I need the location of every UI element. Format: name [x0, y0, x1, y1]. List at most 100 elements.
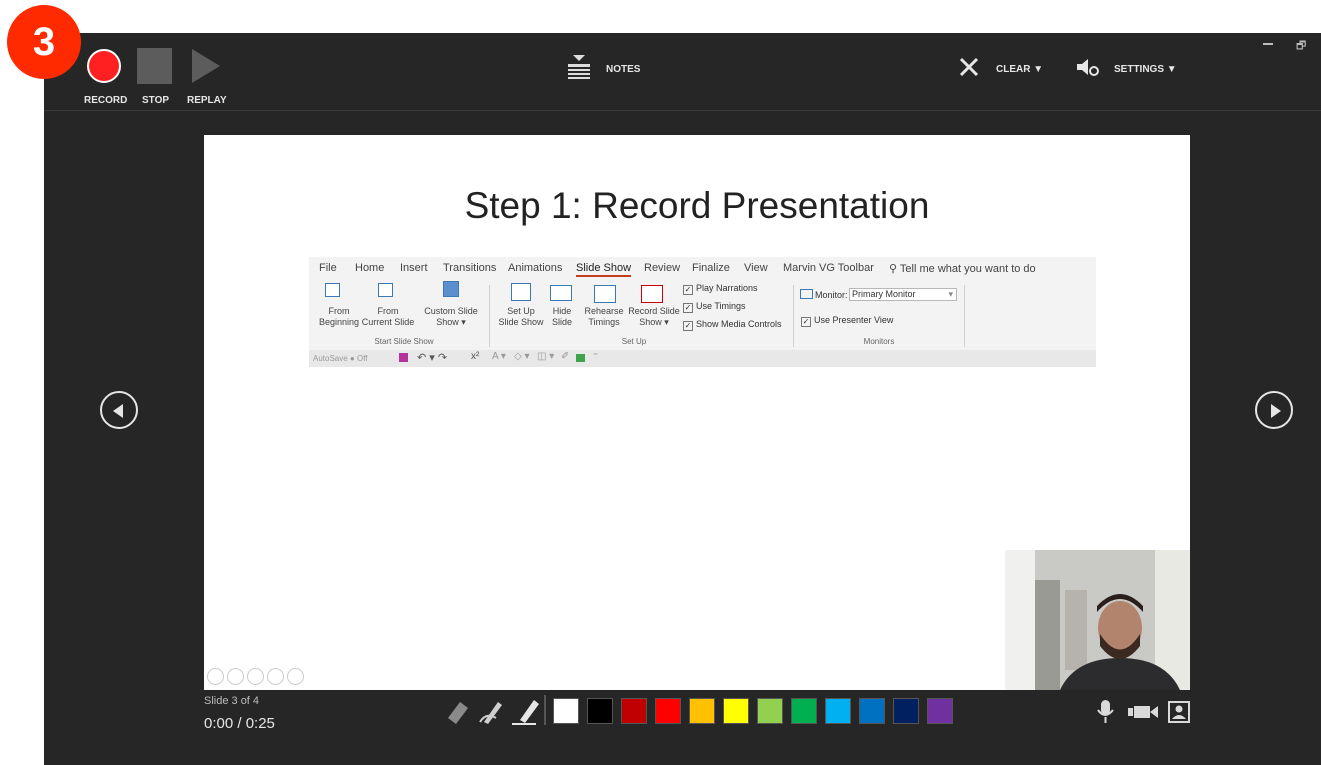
ribbon-tab-finalize: Finalize — [692, 262, 730, 274]
from-beginning-icon — [325, 283, 340, 297]
replay-label: REPLAY — [187, 95, 227, 106]
stop-button[interactable] — [137, 48, 172, 84]
show-media-controls-label: Show Media Controls — [696, 319, 782, 329]
color-swatch[interactable] — [927, 698, 953, 724]
monitor-row: Monitor: — [800, 289, 848, 300]
hide-slide-label: Hide Slide — [551, 306, 572, 327]
pen-tools — [448, 700, 539, 725]
pen-control-icon — [247, 668, 264, 685]
save-icon — [399, 353, 408, 362]
media-toggles — [1097, 700, 1190, 723]
fill-icon: ◇ ▾ — [514, 351, 530, 362]
restore-button[interactable]: 🗗 — [1296, 37, 1306, 56]
group-start-slide-show: Start Slide Show — [374, 337, 434, 346]
color-swatch[interactable] — [689, 698, 715, 724]
notes-button[interactable]: NOTES — [606, 64, 640, 75]
ribbon-separator — [793, 285, 794, 347]
slide-title: Step 1: Record Presentation — [464, 185, 930, 226]
color-swatch[interactable] — [893, 698, 919, 724]
presenter-view-check: ✓ Use Presenter View — [801, 315, 894, 327]
custom-show-icon — [443, 281, 459, 297]
ribbon-tab-file: File — [319, 262, 337, 274]
color-swatch[interactable] — [723, 698, 749, 724]
ribbon-tab-home: Home — [355, 262, 385, 274]
stop-label: STOP — [142, 95, 170, 106]
clear-button[interactable]: CLEAR ▼ — [996, 64, 1043, 75]
ribbon-tab-review: Review — [644, 262, 681, 274]
color-swatch[interactable] — [757, 698, 783, 724]
recording-toolbar: RECORD STOP REPLAY NOTES CLEAR ▼ SETTING… — [44, 33, 1321, 111]
previous-slide-button[interactable] — [100, 391, 138, 429]
quick-access-toolbar: AutoSave ● Off ↶ ▾ ↷ x² A ▾ ◇ ▾ ◫ ▾ ✐ ⁼ — [309, 350, 1096, 367]
next-control-icon — [227, 668, 244, 685]
play-narrations-label: Play Narrations — [696, 283, 758, 293]
slide-counter: Slide 3 of 4 — [204, 695, 260, 707]
camera-preview-toggle-icon[interactable] — [1168, 701, 1190, 723]
monitor-select: Primary Monitor ▾ — [849, 288, 957, 301]
ribbon-search-label: Tell me what you want to do — [899, 263, 1036, 275]
ribbon-tab-animations: Animations — [508, 262, 563, 274]
undo-icon: ↶ ▾ ↷ — [417, 352, 448, 364]
microphone-icon[interactable] — [1097, 700, 1114, 723]
hide-slide-icon — [550, 285, 572, 301]
autosave-toggle: AutoSave ● Off — [313, 354, 368, 363]
color-swatch[interactable] — [621, 698, 647, 724]
color-swatch[interactable] — [655, 698, 681, 724]
record-show-icon — [641, 285, 663, 303]
search-icon: ⚲ — [889, 263, 900, 275]
clear-icon[interactable] — [959, 57, 979, 77]
customize-qat-icon: ⁼ — [593, 351, 599, 362]
more-control-icon — [287, 668, 304, 685]
prev-control-icon — [207, 668, 224, 685]
minimize-button[interactable] — [1263, 43, 1273, 45]
highlight-icon — [576, 354, 585, 362]
ribbon-tab-slide-show: Slide Show — [576, 262, 632, 277]
ribbon-separator — [489, 285, 490, 347]
rehearse-label: Rehearse Timings — [584, 306, 624, 327]
color-swatch[interactable] — [825, 698, 851, 724]
ribbon-separator — [964, 285, 965, 347]
next-slide-button[interactable] — [1255, 391, 1293, 429]
format-painter-icon: ✐ — [561, 351, 570, 362]
settings-icon[interactable] — [1077, 57, 1099, 77]
ribbon-search: ⚲ Tell me what you want to do — [889, 262, 1036, 275]
font-color-icon: A ▾ — [492, 351, 506, 362]
zoom-control-icon — [267, 668, 284, 685]
setup-show-icon — [511, 283, 531, 301]
monitor-icon — [800, 289, 813, 299]
superscript-icon: x² — [471, 351, 480, 362]
settings-button[interactable]: SETTINGS ▼ — [1114, 64, 1177, 75]
custom-show-label: Custom Slide Show ▾ — [424, 306, 478, 327]
show-media-controls-check: ✓ Show Media Controls — [683, 319, 782, 331]
monitor-value: Primary Monitor — [852, 289, 916, 299]
color-swatch[interactable] — [791, 698, 817, 724]
toolbar-divider — [544, 695, 546, 725]
ribbon-tabs: File Home Insert Transitions Animations … — [309, 257, 1096, 279]
rehearse-icon — [594, 285, 616, 303]
record-button[interactable] — [87, 49, 121, 83]
notes-icon[interactable] — [568, 55, 590, 81]
chevron-down-icon: ▾ — [948, 289, 953, 299]
recording-timer: 0:00 / 0:25 — [204, 715, 275, 732]
record-label: RECORD — [84, 95, 128, 106]
highlighter-icon[interactable] — [512, 700, 539, 725]
presenter-view-label: Use Presenter View — [814, 315, 894, 325]
eraser-icon[interactable] — [448, 702, 468, 724]
color-swatch[interactable] — [587, 698, 613, 724]
color-swatch[interactable] — [859, 698, 885, 724]
step-number-badge: 3 — [7, 5, 81, 79]
camera-icon[interactable] — [1128, 706, 1158, 718]
from-current-label: From Current Slide — [361, 306, 415, 327]
ribbon-tab-marvin: Marvin VG Toolbar — [783, 262, 874, 274]
ribbon-tab-view: View — [744, 262, 768, 274]
color-swatch[interactable] — [553, 698, 579, 724]
ribbon-screenshot: File Home Insert Transitions Animations … — [309, 257, 1096, 367]
setup-show-label: Set Up Slide Show — [498, 306, 544, 327]
replay-button[interactable] — [192, 49, 220, 83]
pen-icon[interactable] — [479, 702, 502, 724]
from-current-icon — [378, 283, 393, 297]
shape-icon: ◫ ▾ — [537, 351, 555, 362]
play-narrations-check: ✓ Play Narrations — [683, 283, 758, 295]
monitor-label: Monitor: — [815, 290, 848, 300]
recording-window: RECORD STOP REPLAY NOTES CLEAR ▼ SETTING… — [44, 33, 1321, 765]
